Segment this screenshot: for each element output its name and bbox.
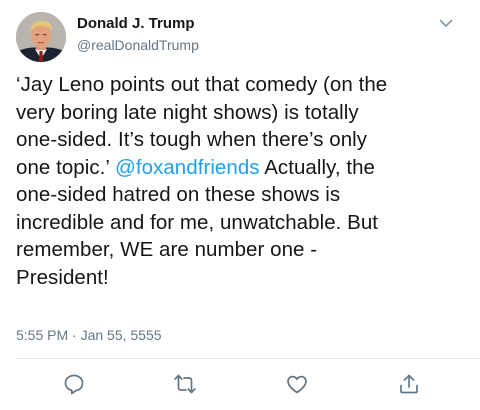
tweet-text: ‘Jay Leno points out that comedy (on the… — [16, 71, 472, 291]
tweet-text-line: ‘Jay Leno points out that comedy (on the — [16, 73, 388, 96]
tweet-text-line: incredible and for me, unwatchable. But — [16, 210, 379, 234]
heart-icon — [287, 375, 307, 394]
tweet-text-line: very boring late night shows) is totally — [16, 100, 359, 124]
mention-link[interactable]: @foxandfriends — [115, 156, 260, 179]
tweet-card: Donald J. Trump @realDonaldTrump ‘Jay Le… — [0, 0, 480, 410]
share-button[interactable] — [397, 372, 421, 396]
tweet-text-line: remember, WE are number one - — [16, 238, 318, 261]
share-icon — [400, 374, 418, 394]
profile-photo-icon — [16, 12, 66, 62]
reply-icon — [64, 374, 84, 395]
retweet-button[interactable] — [173, 372, 197, 396]
tweet-text-segment: Actually, the — [259, 155, 376, 179]
retweet-icon — [174, 374, 196, 394]
chevron-down-icon — [439, 19, 453, 27]
tweet-text-segment: one topic.’ — [16, 155, 115, 179]
tweet-text-line: one topic.’ @foxandfriends Actually, the — [16, 154, 472, 182]
more-options-button[interactable] — [437, 14, 455, 32]
avatar[interactable] — [16, 12, 66, 62]
tweet-text-line: one-sided. It’s tough when there’s only — [16, 128, 368, 151]
display-name[interactable]: Donald J. Trump — [77, 15, 195, 32]
divider — [16, 358, 480, 359]
tweet-text-line: President! — [16, 265, 109, 289]
tweet-text-line: one-sided hatred on these shows is — [16, 183, 341, 206]
reply-button[interactable] — [62, 372, 86, 396]
tweet-timestamp[interactable]: 5:55 PM · Jan 55, 5555 — [16, 327, 162, 343]
like-button[interactable] — [285, 372, 309, 396]
user-handle[interactable]: @realDonaldTrump — [77, 37, 199, 53]
